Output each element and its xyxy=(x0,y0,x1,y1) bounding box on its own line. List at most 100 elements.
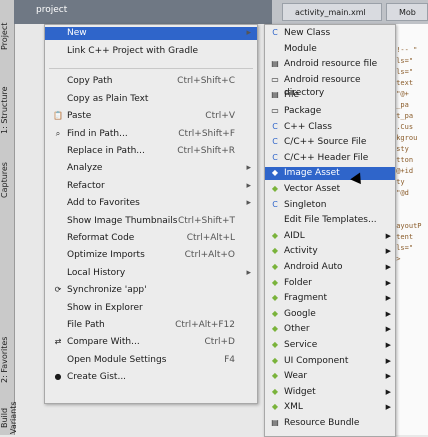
menu-item-copy-path[interactable]: Copy Path Ctrl+Shift+C xyxy=(45,75,257,88)
file-icon: ▤ xyxy=(271,59,279,69)
new-submenu: C New Class Module ▤ Android resource file ▭ A… xyxy=(264,24,396,437)
menu-item-copy-as-plain-text[interactable]: Copy as Plain Text xyxy=(45,93,257,106)
chevron-right-icon: ▸ xyxy=(246,198,251,209)
submenu-item-activity[interactable]: ◆ Activity ▶ xyxy=(265,245,395,258)
android-icon: ◆ xyxy=(271,402,279,412)
submenu-item-fragment[interactable]: ◆ Fragment ▶ xyxy=(265,292,395,305)
submenu-item-file[interactable]: ▤ File xyxy=(265,89,395,102)
submenu-item-android-resource-file[interactable]: ▤ Android resource file xyxy=(265,58,395,71)
menu-item-refactor[interactable]: Refactor ▸ xyxy=(45,180,257,193)
submenu-item-label: Image Asset xyxy=(284,168,340,179)
menu-item-label: Analyze xyxy=(67,163,103,174)
menu-item-label: Compare With... xyxy=(67,337,140,348)
submenu-item-service[interactable]: ◆ Service ▶ xyxy=(265,339,395,352)
menu-item-label: Create Gist... xyxy=(67,372,127,383)
chevron-right-icon: ▶ xyxy=(385,372,391,381)
menu-item-shortcut: Ctrl+Shift+R xyxy=(177,146,235,156)
class-icon: C xyxy=(272,199,278,209)
submenu-item-new-class[interactable]: C New Class xyxy=(265,27,395,40)
submenu-item-label: Wear xyxy=(284,371,308,382)
submenu-item-xml[interactable]: ◆ XML ▶ xyxy=(265,401,395,414)
submenu-item-package[interactable]: ▭ Package xyxy=(265,105,395,118)
submenu-item-label: Package xyxy=(284,106,322,116)
submenu-item-c-c-header-file[interactable]: C C/C++ Header File xyxy=(265,152,395,165)
submenu-item-edit-file-templates[interactable]: Edit File Templates... xyxy=(265,214,395,227)
side-tab-build-variants[interactable]: Build Variants xyxy=(0,400,18,435)
menu-item-paste[interactable]: 📋 Paste Ctrl+V xyxy=(45,110,257,123)
submenu-item-ui-component[interactable]: ◆ UI Component ▶ xyxy=(265,355,395,368)
submenu-item-module[interactable]: Module xyxy=(265,43,395,56)
android-icon: ◆ xyxy=(271,168,279,178)
menu-item-label: Show Image Thumbnails xyxy=(67,215,178,226)
menu-item-local-history[interactable]: Local History ▸ xyxy=(45,267,257,280)
sync-icon: ⟳ xyxy=(54,285,62,295)
submenu-item-image-asset[interactable]: ◆ Image Asset xyxy=(265,167,395,181)
side-tab-project[interactable]: Project xyxy=(0,6,14,66)
code-line: ".Cus xyxy=(392,123,414,131)
paste-icon: 📋 xyxy=(53,111,63,121)
submenu-item-vector-asset[interactable]: ◆ Vector Asset xyxy=(265,183,395,196)
cpp-icon: C xyxy=(272,121,278,131)
android-icon: ◆ xyxy=(271,340,279,349)
side-tab-captures[interactable]: Captures xyxy=(0,155,14,205)
submenu-item-folder[interactable]: ◆ Folder ▶ xyxy=(265,277,395,290)
side-tab-favorites[interactable]: 2: Favorites xyxy=(0,335,14,385)
menu-item-reformat-code[interactable]: Reformat Code Ctrl+Alt+L xyxy=(45,232,257,245)
submenu-item-widget[interactable]: ◆ Widget ▶ xyxy=(265,386,395,399)
menu-item-file-path[interactable]: File Path Ctrl+Alt+F12 xyxy=(45,319,257,332)
menu-item-label: Show in Explorer xyxy=(67,302,143,313)
code-line: ="@+ xyxy=(392,90,409,98)
file-icon: ▤ xyxy=(271,90,279,100)
menu-item-show-image-thumbnails[interactable]: Show Image Thumbnails Ctrl+Shift+T xyxy=(45,215,257,228)
menu-item-add-to-favorites[interactable]: Add to Favorites ▸ xyxy=(45,197,257,210)
submenu-item-label: C/C++ Source File xyxy=(284,137,367,148)
submenu-item-google[interactable]: ◆ Google ▶ xyxy=(265,308,395,321)
menu-item-shortcut: F4 xyxy=(224,354,235,365)
submenu-item-aidl[interactable]: ◆ AIDL ▶ xyxy=(265,230,395,243)
menu-item-replace-in-path[interactable]: Replace in Path... Ctrl+Shift+R xyxy=(45,145,257,158)
menu-item-analyze[interactable]: Analyze ▸ xyxy=(45,162,257,175)
submenu-item-android-resource-directory[interactable]: ▭ Android resource directory xyxy=(265,74,395,98)
cpp-icon: C xyxy=(272,137,278,147)
menu-item-open-module-settings[interactable]: Open Module Settings F4 xyxy=(45,354,257,367)
menu-item-optimize-imports[interactable]: Optimize Imports Ctrl+Alt+O xyxy=(45,249,257,262)
menu-item-find-in-path[interactable]: ⌕ Find in Path... Ctrl+Shift+F xyxy=(45,128,257,141)
menu-item-compare-with[interactable]: ⇄ Compare With... Ctrl+D xyxy=(45,336,257,349)
submenu-item-c-c-source-file[interactable]: C C/C++ Source File xyxy=(265,136,395,149)
tab-mob[interactable]: Mob xyxy=(386,3,428,21)
submenu-item-label: Android resource file xyxy=(284,59,378,70)
menu-item-create-gist[interactable]: ● Create Gist... xyxy=(45,371,257,384)
folder-icon: ▭ xyxy=(271,74,279,84)
submenu-item-other[interactable]: ◆ Other ▶ xyxy=(265,323,395,336)
submenu-item-android-auto[interactable]: ◆ Android Auto ▶ xyxy=(265,261,395,274)
side-tab-structure[interactable]: 1: Structure xyxy=(0,80,14,140)
android-icon: ◆ xyxy=(271,371,279,381)
menu-item-label: Optimize Imports xyxy=(67,250,145,261)
submenu-item-c-class[interactable]: C C++ Class xyxy=(265,121,395,134)
tab-activity-main[interactable]: activity_main.xml xyxy=(282,3,382,21)
submenu-item-wear[interactable]: ◆ Wear ▶ xyxy=(265,370,395,383)
menu-item-label: Synchronize 'app' xyxy=(67,285,147,296)
menu-item-show-in-explorer[interactable]: Show in Explorer xyxy=(45,302,257,315)
code-line: LayoutP xyxy=(392,222,422,230)
search-icon: ⌕ xyxy=(55,128,61,138)
chevron-right-icon: ▸ xyxy=(246,28,251,38)
submenu-item-label: File xyxy=(284,90,300,101)
submenu-item-label: Vector Asset xyxy=(284,184,341,194)
code-editor[interactable]: <!-- " ols=" ols=" /text ="@+ h_pa ht_pa ".Cus c… xyxy=(392,24,428,435)
submenu-item-label: New Class xyxy=(284,28,331,38)
menu-item-label: Reformat Code xyxy=(67,233,135,243)
submenu-item-singleton[interactable]: C Singleton xyxy=(265,199,395,212)
code-line: ols=" xyxy=(392,57,414,65)
menu-item-label: File Path xyxy=(67,320,105,330)
code-line: "@+id xyxy=(392,167,414,175)
chevron-right-icon: ▶ xyxy=(385,403,391,412)
menu-item-link-c-project-with-gradle[interactable]: Link C++ Project with Gradle xyxy=(45,45,257,58)
submenu-item-resource-bundle[interactable]: ▤ Resource Bundle xyxy=(265,417,395,430)
code-line: /text xyxy=(392,79,414,87)
menu-item-new[interactable]: New ▸ xyxy=(45,27,257,40)
android-icon: ◆ xyxy=(271,230,279,240)
menu-item-synchronize-app[interactable]: ⟳ Synchronize 'app' xyxy=(45,284,257,297)
